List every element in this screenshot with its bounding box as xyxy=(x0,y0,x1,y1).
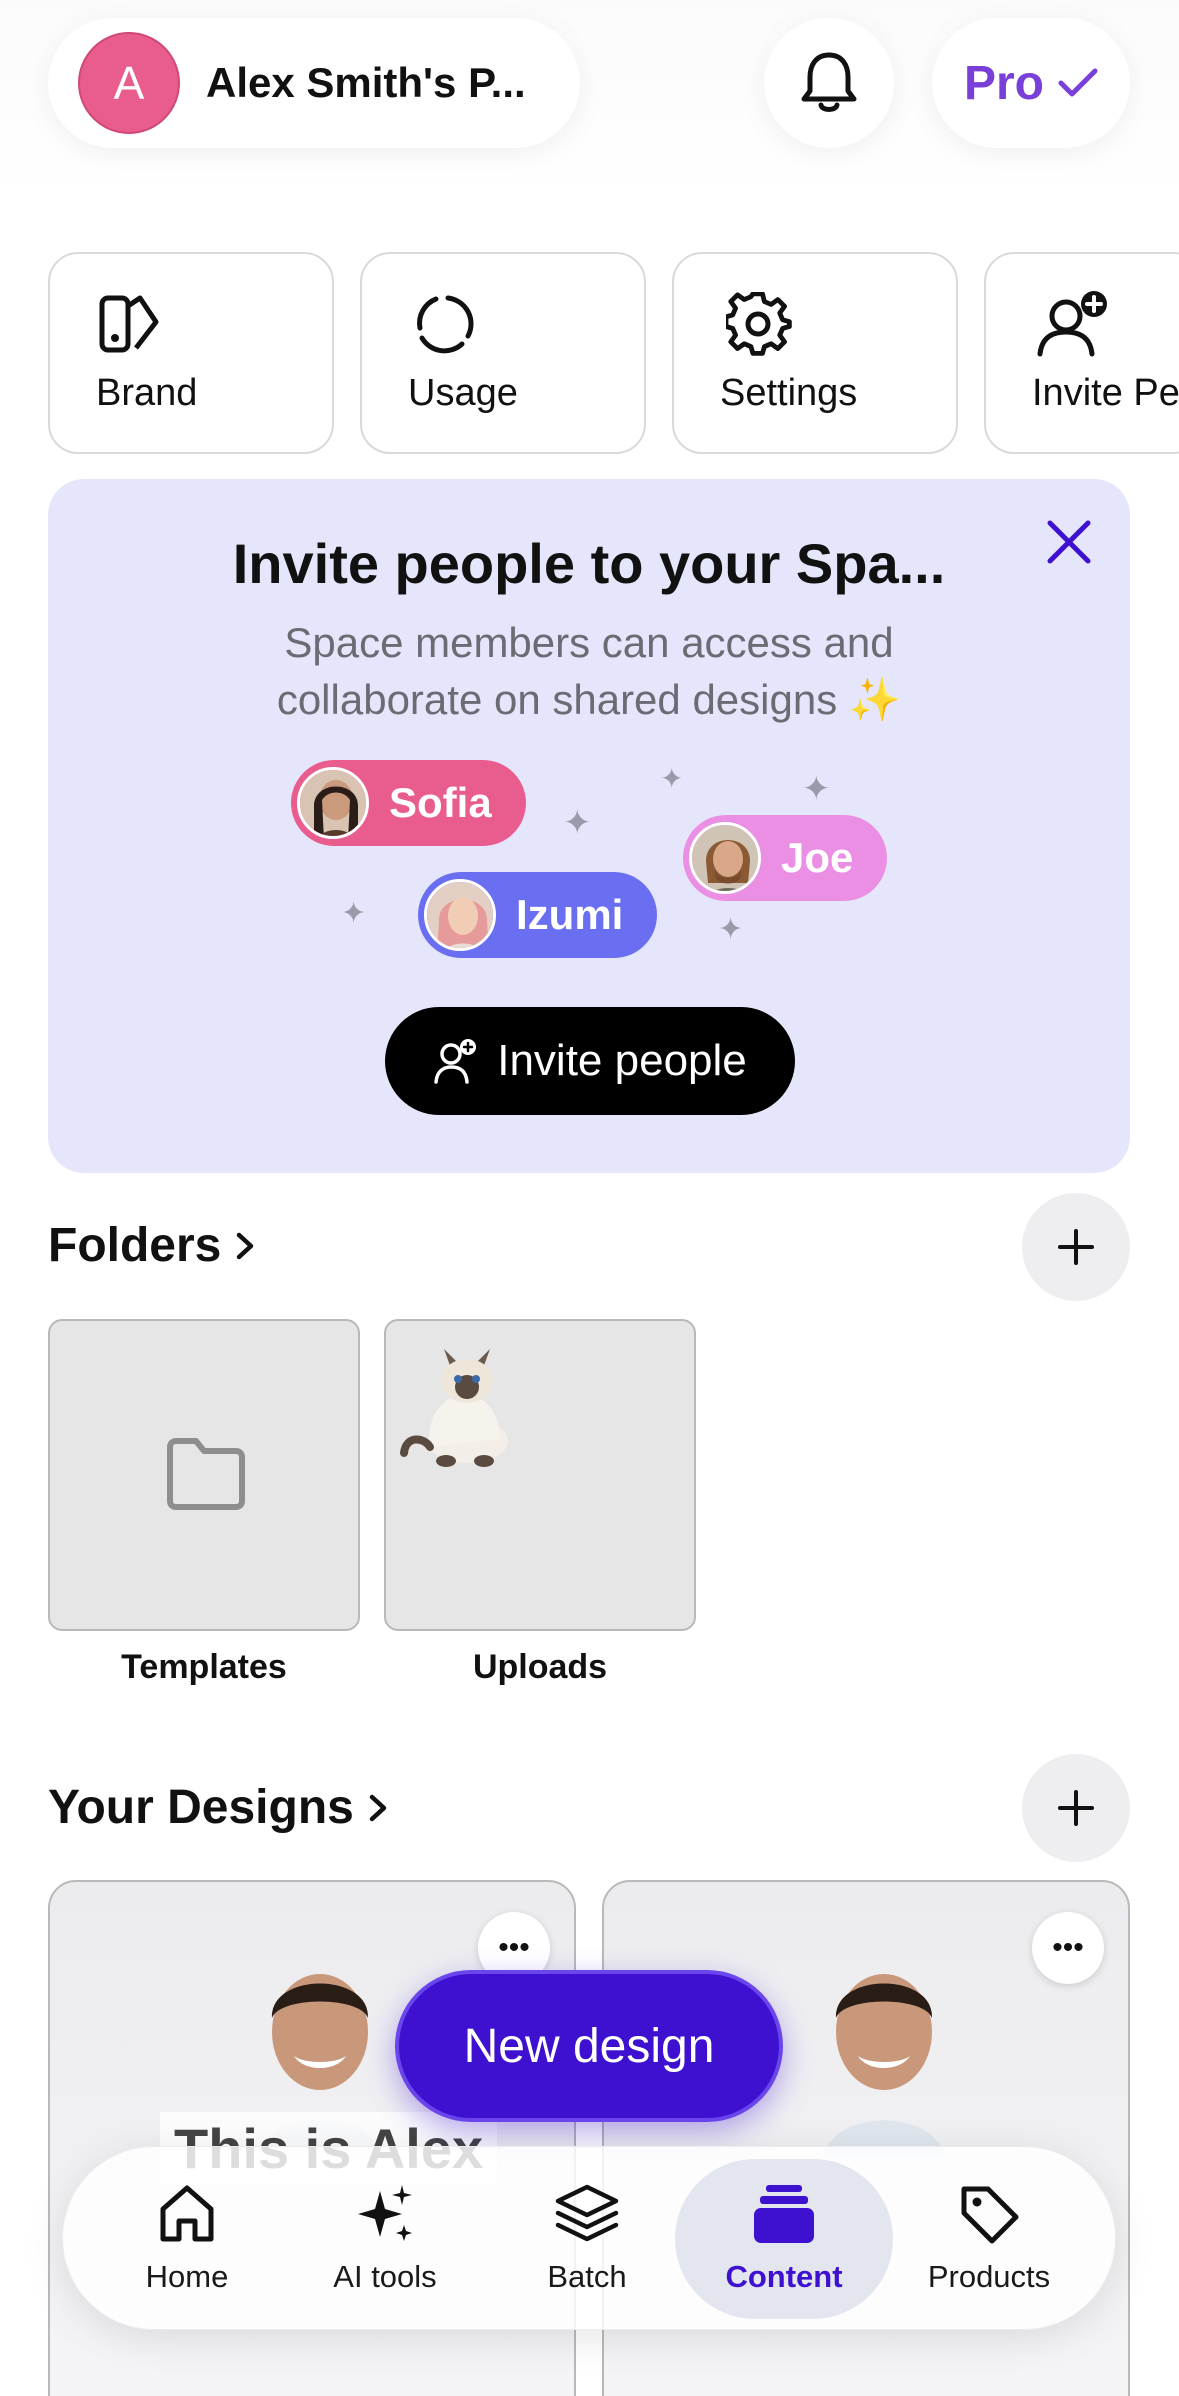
quick-action-label: Invite Pe xyxy=(1032,372,1179,414)
more-icon: ••• xyxy=(1052,1931,1084,1964)
member-chip-sofia: Sofia xyxy=(291,760,526,846)
nav-label: Products xyxy=(927,2259,1051,2294)
sparkle-icon: ✦ xyxy=(660,763,684,794)
chevron-right-icon xyxy=(369,1794,387,1821)
quick-action-label: Brand xyxy=(96,372,198,414)
designs-heading[interactable]: Your Designs xyxy=(48,1780,390,1835)
bell-icon xyxy=(801,52,857,112)
add-folder-button[interactable] xyxy=(1022,1193,1130,1301)
account-switcher[interactable]: A Alex Smith's P... xyxy=(48,18,580,148)
invite-title: Invite people to your Spa... xyxy=(232,532,946,595)
sparkle-icon: ✦ xyxy=(718,913,744,946)
avatar: A xyxy=(78,32,180,134)
folder-label: Uploads xyxy=(472,1648,608,1686)
cat-thumbnail xyxy=(400,1349,508,1467)
invite-subtitle: Space members can access and collaborate… xyxy=(48,614,1130,728)
member-avatar xyxy=(297,767,369,839)
tag-icon xyxy=(961,2186,1019,2244)
invite-banner: Invite people to your Spa... Space membe… xyxy=(48,479,1130,1173)
home-icon xyxy=(160,2185,214,2242)
folder-label: Templates xyxy=(121,1648,287,1686)
invite-person-icon xyxy=(434,1039,477,1084)
member-avatar xyxy=(424,879,496,951)
quick-action-brand[interactable]: Brand xyxy=(48,252,334,454)
usage-ring-icon xyxy=(417,295,474,354)
pro-badge-button[interactable]: Pro xyxy=(932,18,1130,148)
nav-batch[interactable]: Batch xyxy=(487,2147,687,2331)
top-bar: A Alex Smith's P... Pro xyxy=(0,0,1179,200)
content-stack-icon xyxy=(754,2185,814,2243)
folder-uploads[interactable] xyxy=(384,1319,696,1631)
nav-label: AI tools xyxy=(333,2259,437,2294)
plus-icon xyxy=(1058,1790,1094,1826)
close-icon[interactable] xyxy=(1040,513,1098,571)
invite-people-button[interactable]: Invite people xyxy=(385,1007,795,1115)
nav-label: Batch xyxy=(547,2259,627,2294)
folders-title: Folders xyxy=(48,1219,222,1272)
member-chip-joe: Joe xyxy=(683,815,888,901)
chevron-right-icon xyxy=(237,1232,254,1259)
pro-label: Pro xyxy=(963,56,1044,110)
nav-label: Content xyxy=(725,2259,843,2294)
nav-content[interactable]: Content xyxy=(675,2159,893,2319)
design-more-button[interactable]: ••• xyxy=(1032,1912,1104,1984)
nav-label: Home xyxy=(145,2259,229,2294)
brand-kit-icon xyxy=(99,295,159,353)
member-avatar xyxy=(689,822,761,894)
more-icon: ••• xyxy=(498,1931,530,1964)
quick-action-settings[interactable]: Settings xyxy=(672,252,958,454)
design-thumbnail-portrait xyxy=(824,1974,944,2158)
invite-people-label: Invite people xyxy=(497,1036,747,1085)
member-name: Sofia xyxy=(389,779,492,826)
add-design-button[interactable] xyxy=(1022,1754,1130,1862)
invite-person-icon xyxy=(1037,291,1107,357)
plus-icon xyxy=(1058,1229,1094,1265)
nav-ai-tools[interactable]: AI tools xyxy=(285,2147,485,2331)
invite-subtitle-line: collaborate on shared designs ✨ xyxy=(276,676,902,723)
quick-action-invite[interactable]: Invite Pe xyxy=(984,252,1179,454)
bottom-navigation: Home AI tools Batch Content Products xyxy=(62,2146,1116,2330)
quick-action-label: Usage xyxy=(408,372,518,414)
notifications-button[interactable] xyxy=(764,18,894,148)
gear-icon xyxy=(726,292,792,356)
sparkles-icon xyxy=(358,2185,412,2241)
folder-icon xyxy=(167,1438,245,1510)
layers-icon xyxy=(555,2184,619,2242)
nav-products[interactable]: Products xyxy=(889,2147,1089,2331)
folders-heading[interactable]: Folders xyxy=(48,1218,257,1273)
invite-subtitle-line: Space members can access and xyxy=(284,619,894,666)
sparkle-icon: ✦ xyxy=(563,804,592,842)
sparkle-icon: ✦ xyxy=(341,897,367,930)
quick-action-label: Settings xyxy=(720,372,858,414)
checkmark-icon xyxy=(1058,68,1098,97)
account-name: Alex Smith's P... xyxy=(206,59,526,106)
member-chip-izumi: Izumi xyxy=(418,872,658,958)
nav-home[interactable]: Home xyxy=(87,2147,287,2331)
designs-title: Your Designs xyxy=(48,1781,354,1834)
folder-templates[interactable] xyxy=(48,1319,360,1631)
member-name: Joe xyxy=(781,834,854,881)
member-name: Izumi xyxy=(516,891,624,938)
sparkle-icon: ✦ xyxy=(802,770,831,808)
quick-action-usage[interactable]: Usage xyxy=(360,252,646,454)
new-design-button[interactable]: New design xyxy=(395,1970,783,2122)
